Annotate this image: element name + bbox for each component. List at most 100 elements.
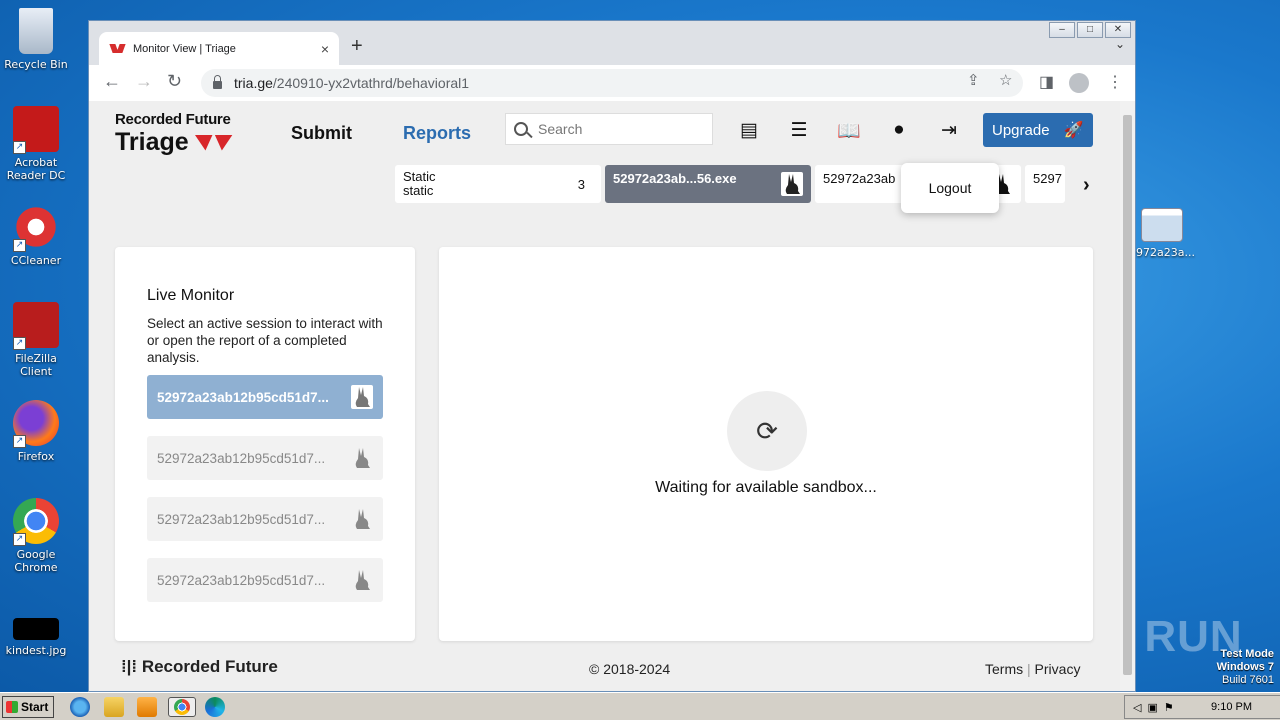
ccleaner-icon: ↗ bbox=[13, 204, 59, 252]
chrome-taskbar-button[interactable] bbox=[168, 697, 196, 717]
reload-icon[interactable]: ↻ bbox=[167, 71, 182, 92]
logo-wing-icon bbox=[214, 134, 233, 151]
session-item[interactable]: 52972a23ab12b95cd51d7... bbox=[147, 497, 383, 541]
page-scrollbar[interactable] bbox=[1120, 101, 1135, 691]
internet-explorer-icon[interactable] bbox=[70, 697, 90, 717]
kebab-menu-icon[interactable]: ⋮ bbox=[1107, 72, 1123, 92]
session-item[interactable]: 52972a23ab12b95cd51d7... bbox=[147, 558, 383, 602]
file-explorer-icon[interactable] bbox=[104, 697, 124, 717]
rabbit-icon bbox=[351, 568, 373, 592]
taskbar: Start ◁▣⚑ 9:10 PM bbox=[0, 692, 1280, 720]
tab-title: Monitor View | Triage bbox=[133, 42, 236, 55]
bookmark-star-icon[interactable]: ☆ bbox=[999, 71, 1012, 89]
rocket-icon: 🚀 bbox=[1063, 122, 1084, 139]
desktop-icon-label: Acrobat Reader DC bbox=[6, 156, 66, 182]
desktop-icon-label: 2972a23a... bbox=[1129, 246, 1195, 259]
live-monitor-card: Live Monitor Select an active session to… bbox=[115, 247, 415, 641]
sample-tab-behavioral3[interactable]: 5297 bbox=[1025, 165, 1065, 203]
session-item[interactable]: 52972a23ab12b95cd51d7... bbox=[147, 375, 383, 419]
logo-brand-line: Recorded Future bbox=[115, 111, 231, 128]
browser-tab[interactable]: Monitor View | Triage × bbox=[99, 32, 339, 65]
desktop-icon-firefox[interactable]: ↗ Firefox bbox=[0, 400, 72, 463]
desktop-icon-label: Google Chrome bbox=[14, 548, 58, 574]
footer-links: Terms | Privacy bbox=[985, 661, 1080, 677]
profile-avatar-icon[interactable] bbox=[1069, 73, 1089, 93]
desktop-icon-filezilla[interactable]: ↗ FileZilla Client bbox=[0, 302, 72, 378]
session-label: 52972a23ab12b95cd51d7... bbox=[157, 389, 329, 405]
lock-icon bbox=[213, 75, 222, 89]
tray-icons[interactable]: ◁▣⚑ bbox=[1125, 701, 1180, 714]
recycle-bin-icon bbox=[19, 8, 53, 54]
desktop-icon-sample-file[interactable]: 2972a23a... bbox=[1126, 208, 1198, 259]
sample-tab-label: 5297 bbox=[1033, 171, 1062, 186]
live-monitor-title: Live Monitor bbox=[147, 287, 235, 304]
filezilla-icon: ↗ bbox=[13, 302, 59, 350]
start-button[interactable]: Start bbox=[2, 696, 54, 718]
upgrade-button[interactable]: Upgrade 🚀 bbox=[983, 113, 1093, 147]
logo-wing-icon bbox=[194, 134, 213, 151]
desktop-icon-chrome[interactable]: ↗ Google Chrome bbox=[0, 498, 72, 574]
triage-favicon-icon bbox=[111, 44, 125, 54]
privacy-link[interactable]: Privacy bbox=[1035, 661, 1081, 677]
shortcut-arrow-icon: ↗ bbox=[13, 239, 26, 252]
search-input[interactable]: Search bbox=[505, 113, 713, 145]
book-icon[interactable]: 📖 bbox=[837, 119, 861, 142]
desktop-icon-recycle-bin[interactable]: Recycle Bin bbox=[0, 8, 72, 71]
desktop-icon-label: Recycle Bin bbox=[4, 58, 68, 71]
desktop-icon-label: FileZilla Client bbox=[15, 352, 57, 378]
footer-logo-icon: ⁞|⁞ bbox=[121, 657, 142, 676]
live-monitor-description: Select an active session to interact wit… bbox=[147, 316, 383, 365]
forward-arrow-icon[interactable]: → bbox=[135, 71, 153, 92]
browser-toolbar: ← → ↻ tria.ge/240910-yx2vtathrd/behavior… bbox=[89, 65, 1135, 101]
address-bar[interactable]: tria.ge/240910-yx2vtathrd/behavioral1 bbox=[201, 69, 1023, 97]
test-mode-notice: Test Mode Windows 7 Build 7601 bbox=[1217, 648, 1274, 687]
desktop-icon-label: kindest.jpg bbox=[5, 644, 67, 657]
desktop-icon-ccleaner[interactable]: ↗ CCleaner bbox=[0, 204, 72, 267]
nav-reports[interactable]: Reports bbox=[403, 123, 471, 144]
chevron-right-icon[interactable]: › bbox=[1083, 174, 1090, 197]
shortcut-arrow-icon: ↗ bbox=[13, 141, 26, 154]
logo-product-line: Triage bbox=[115, 128, 233, 157]
session-item[interactable]: 52972a23ab12b95cd51d7... bbox=[147, 436, 383, 480]
share-icon[interactable]: ⇪ bbox=[967, 71, 980, 89]
shortcut-arrow-icon: ↗ bbox=[13, 533, 26, 546]
desktop-icon-kindest[interactable]: kindest.jpg bbox=[0, 618, 72, 657]
logout-menu-item[interactable]: Logout bbox=[929, 180, 972, 196]
sample-tab-behavioral1[interactable]: 52972a23ab...56.exe bbox=[605, 165, 811, 203]
static-tab-title: Static bbox=[403, 169, 436, 184]
sample-tab-static[interactable]: Static static 3 bbox=[395, 165, 601, 203]
clock[interactable]: 9:10 PM bbox=[1211, 701, 1252, 713]
image-file-icon bbox=[13, 618, 59, 640]
media-player-icon[interactable] bbox=[137, 697, 157, 717]
firefox-icon: ↗ bbox=[13, 400, 59, 448]
acrobat-icon: ↗ bbox=[13, 106, 59, 154]
desktop-icon-acrobat[interactable]: ↗ Acrobat Reader DC bbox=[0, 106, 72, 182]
logo-product-text: Triage bbox=[115, 128, 189, 156]
session-label: 52972a23ab12b95cd51d7... bbox=[157, 450, 326, 466]
triage-logo[interactable]: Recorded Future Triage bbox=[115, 111, 233, 157]
sandbox-panel: ⟳ Waiting for available sandbox... bbox=[439, 247, 1093, 641]
server-icon[interactable]: ☰ bbox=[787, 119, 811, 141]
side-panel-icon[interactable]: ◨ bbox=[1039, 72, 1054, 92]
rabbit-icon bbox=[781, 172, 803, 196]
rabbit-icon bbox=[351, 507, 373, 531]
tab-close-icon[interactable]: × bbox=[321, 41, 329, 57]
refresh-spinner-icon: ⟳ bbox=[727, 391, 807, 471]
terms-link[interactable]: Terms bbox=[985, 661, 1023, 677]
nav-submit[interactable]: Submit bbox=[291, 123, 352, 144]
footer-brand[interactable]: ⁞|⁞ Recorded Future bbox=[121, 657, 278, 677]
scrollbar-thumb[interactable] bbox=[1123, 115, 1132, 675]
shortcut-arrow-icon: ↗ bbox=[13, 337, 26, 350]
waiting-message: Waiting for available sandbox... bbox=[655, 479, 877, 496]
tab-search-chevron-icon[interactable]: ⌄ bbox=[1115, 37, 1125, 51]
user-icon[interactable]: ● bbox=[887, 119, 911, 141]
desktop-icon-label: CCleaner bbox=[10, 254, 62, 267]
edge-icon[interactable] bbox=[205, 697, 225, 717]
new-tab-button[interactable]: + bbox=[351, 35, 363, 58]
logout-icon[interactable]: ⇥ bbox=[937, 119, 961, 141]
session-label: 52972a23ab12b95cd51d7... bbox=[157, 511, 326, 527]
static-tab-subtitle: static bbox=[403, 183, 434, 198]
chat-icon[interactable]: ▤ bbox=[737, 119, 761, 141]
back-arrow-icon[interactable]: ← bbox=[103, 71, 121, 92]
footer-divider: | bbox=[1027, 661, 1031, 677]
